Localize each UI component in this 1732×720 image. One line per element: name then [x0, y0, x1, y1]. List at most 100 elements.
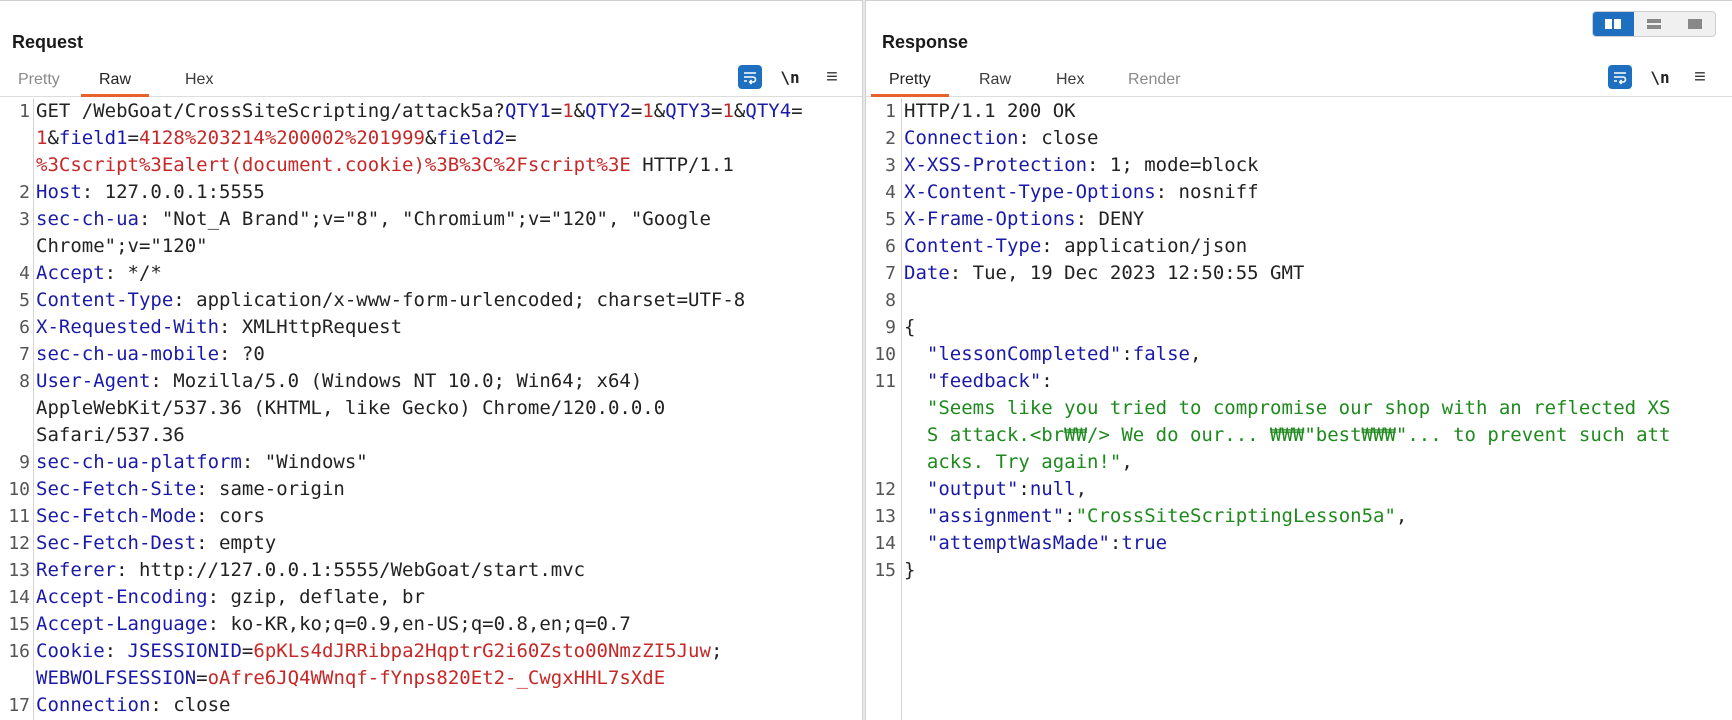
code-token: JSESSIONID — [127, 640, 242, 662]
line-content: Content-Type: application/json — [904, 233, 1247, 260]
wrap-lines-icon[interactable] — [738, 65, 762, 89]
line-content: { — [904, 314, 915, 341]
tab-pretty[interactable]: Pretty — [18, 71, 60, 95]
line-content: "attemptWasMade":true — [904, 530, 1167, 557]
code-token: QTY3 — [665, 100, 712, 122]
request-editor[interactable]: 1 GET /WebGoat/CrossSiteScripting/attack5… — [0, 98, 862, 720]
code-token: : — [1064, 505, 1076, 527]
line-content: Accept-Encoding: gzip, deflate, br — [36, 584, 425, 611]
request-tabs: Pretty Raw Hex — [0, 67, 862, 97]
line-content: Host: 127.0.0.1:5555 — [36, 179, 265, 206]
line-number: 11 — [8, 506, 30, 527]
code-token: 1 — [642, 100, 654, 122]
code-token: = — [711, 100, 723, 122]
tab-render[interactable]: Render — [1128, 71, 1180, 95]
code-token: : http://127.0.0.1:5555/WebGoat/start.mv… — [116, 559, 586, 581]
code-token: Content-Type — [904, 235, 1042, 257]
code-token: : ?0 — [219, 343, 265, 365]
code-token: & — [47, 127, 59, 149]
line-content: "assignment":"CrossSiteScriptingLesson5a… — [904, 503, 1407, 530]
code-token: : "Windows" — [241, 451, 368, 473]
line-content: "output":null, — [904, 476, 1087, 503]
code-token: User-Agent — [36, 370, 151, 392]
code-token: { — [904, 316, 916, 338]
tab-pretty[interactable]: Pretty — [871, 71, 949, 97]
line-number: 7 — [885, 263, 896, 284]
code-token: sec-ch-ua-platform — [36, 451, 242, 473]
code-token: = — [127, 127, 139, 149]
code-token: 4128%203214%200002%201999 — [139, 127, 425, 149]
response-title: Response — [882, 32, 969, 52]
line-content: Accept: */* — [36, 260, 162, 287]
code-token: Connection — [904, 127, 1019, 149]
wrap-lines-icon[interactable] — [1608, 65, 1632, 89]
line-number: 9 — [19, 452, 30, 473]
single-layout-icon[interactable] — [1674, 12, 1715, 36]
line-number: 10 — [874, 344, 896, 365]
menu-icon[interactable]: ≡ — [820, 65, 844, 89]
newline-toggle-icon[interactable]: \n — [778, 65, 802, 89]
response-editor[interactable]: 1 HTTP/1.1 200 OK 2 Connection: close 3 X-XSS… — [866, 98, 1732, 720]
code-token: : — [1121, 343, 1133, 365]
side-by-side-layout-icon[interactable] — [1593, 12, 1634, 36]
code-token: = — [630, 100, 643, 122]
line-number: 9 — [885, 317, 896, 338]
line-content: Safari/537.36 — [36, 422, 185, 449]
line-number: 3 — [885, 155, 896, 176]
code-token: Accept — [36, 262, 105, 284]
code-token: Chrome";v="120" — [36, 235, 208, 257]
code-token: : gzip, deflate, br — [207, 586, 425, 608]
line-number: 1 — [885, 101, 896, 122]
code-token: Content-Type — [36, 289, 174, 311]
tab-hex[interactable]: Hex — [1056, 71, 1084, 95]
code-token: acks. Try again!" — [904, 451, 1122, 473]
code-token: "Seems like you tried to compromise our … — [904, 397, 1671, 419]
code-token: field1 — [58, 127, 128, 149]
code-token: X-Content-Type-Options — [904, 181, 1156, 203]
line-number: 15 — [874, 560, 896, 581]
code-token: : Mozilla/5.0 (Windows NT 10.0; Win64; x… — [150, 370, 643, 392]
newline-toggle-icon[interactable]: \n — [1648, 65, 1672, 89]
code-token: & — [733, 100, 746, 122]
code-token: "output" — [904, 478, 1019, 500]
code-token: & — [653, 100, 666, 122]
code-token: false — [1132, 343, 1190, 365]
code-token: , — [1190, 343, 1202, 365]
line-content: X-Content-Type-Options: nosniff — [904, 179, 1259, 206]
code-token: Referer — [36, 559, 117, 581]
code-token: %3Cscript%3Ealert(document.cookie)%3B%3C… — [36, 154, 631, 176]
code-token: Sec-Fetch-Site — [36, 478, 197, 500]
line-number: 11 — [874, 371, 896, 392]
code-token: sec-ch-ua — [36, 208, 139, 230]
line-content: sec-ch-ua: "Not_A Brand";v="8", "Chromiu… — [36, 206, 711, 233]
code-token: WEBWOLFSESSION — [36, 667, 197, 689]
code-token: "CrossSiteScriptingLesson5a" — [1075, 505, 1396, 527]
code-token: : ko-KR,ko;q=0.9,en-US;q=0.8,en;q=0.7 — [207, 613, 631, 635]
code-token: GET /WebGoat/CrossSiteScripting/attack5a… — [36, 100, 505, 122]
line-content: WEBWOLFSESSION=oAfre6JQ4WWnqf-fYnps820Et… — [36, 665, 665, 692]
code-token: : 1; mode=block — [1087, 154, 1259, 176]
code-token: true — [1121, 532, 1168, 554]
menu-icon[interactable]: ≡ — [1688, 65, 1712, 89]
line-content: X-Frame-Options: DENY — [904, 206, 1144, 233]
code-token: : application/x-www-form-urlencoded; cha… — [173, 289, 746, 311]
stacked-layout-icon[interactable] — [1634, 12, 1675, 36]
line-number: 8 — [19, 371, 30, 392]
tab-raw[interactable]: Raw — [979, 71, 1011, 95]
tab-raw[interactable]: Raw — [80, 71, 150, 97]
code-token: } — [904, 559, 916, 581]
line-content: HTTP/1.1 200 OK — [904, 98, 1076, 125]
layout-switch — [1592, 11, 1716, 37]
code-token: "attemptWasMade" — [904, 532, 1110, 554]
code-token: Host — [36, 181, 82, 203]
tab-hex[interactable]: Hex — [185, 71, 213, 95]
code-token: oAfre6JQ4WWnqf-fYnps820Et2-_CwgxHHL7sXdE — [207, 667, 666, 689]
code-token: : close — [150, 694, 231, 716]
code-token: : — [1018, 478, 1030, 500]
code-token: = — [791, 100, 803, 122]
line-content: sec-ch-ua-platform: "Windows" — [36, 449, 368, 476]
code-token: HTTP/1.1 200 OK — [904, 100, 1076, 122]
line-content: Date: Tue, 19 Dec 2023 12:50:55 GMT — [904, 260, 1304, 287]
code-token: Connection — [36, 694, 151, 716]
line-content: "feedback": — [904, 368, 1053, 395]
